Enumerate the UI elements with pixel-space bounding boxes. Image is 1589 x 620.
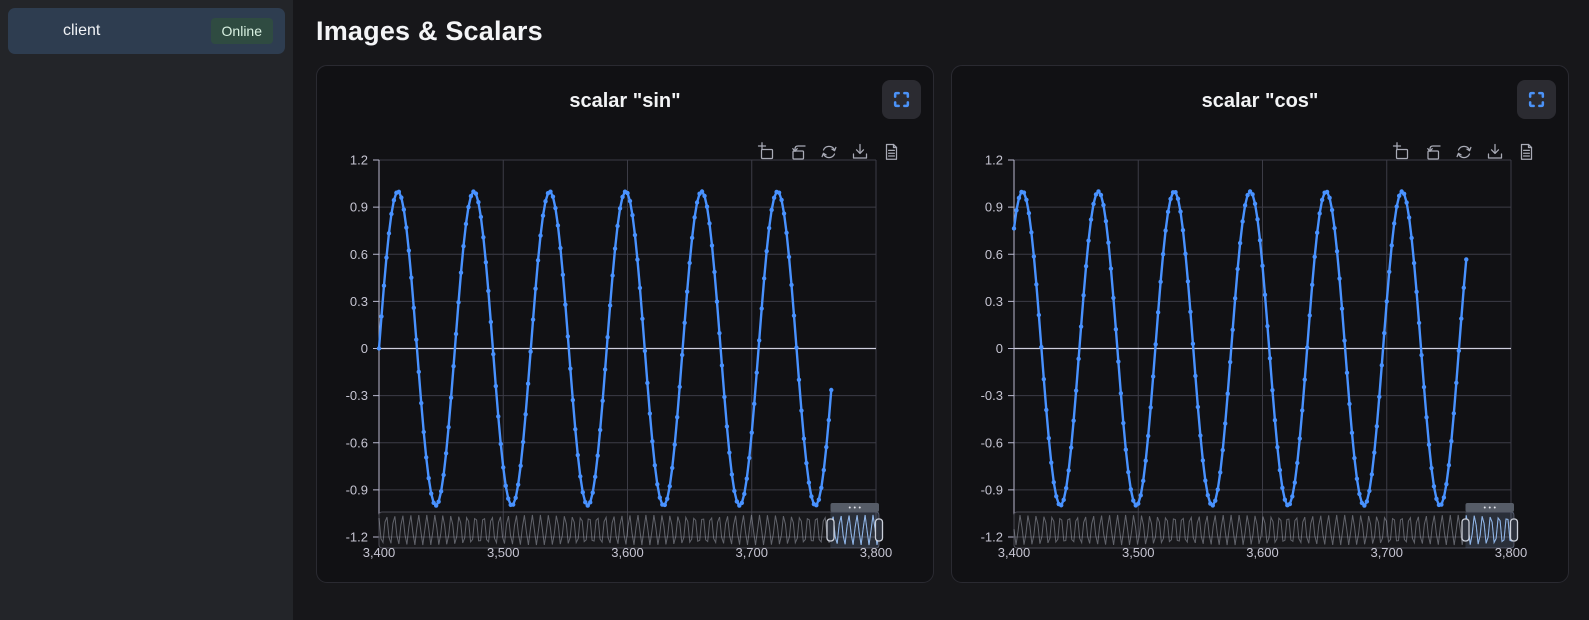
sidebar-item-client[interactable]: client Online [8,8,285,54]
fullscreen-button[interactable] [882,80,921,119]
box-zoom-button[interactable] [1392,142,1412,162]
datazoom-right-handle[interactable] [1511,519,1518,541]
svg-text:0: 0 [361,341,368,356]
svg-text:-0.6: -0.6 [981,435,1003,450]
y-axis [1008,160,1014,537]
restore-icon [819,142,839,162]
svg-text:1.2: 1.2 [350,153,368,168]
datazoom-slider[interactable] [379,503,883,548]
chart-cards-row: scalar "sin" [316,65,1570,583]
svg-text:-0.6: -0.6 [346,435,368,450]
svg-text:0.6: 0.6 [350,247,368,262]
svg-text:3,700: 3,700 [1370,545,1403,560]
line-chart-sin[interactable]: 1.2 0.9 0.6 0.3 0 -0.3 -0.6 -0.9 -1.23,400 3,500 3… [317,140,935,584]
sidebar: client Online [0,0,293,620]
restore-icon [1454,142,1474,162]
svg-text:0: 0 [996,341,1003,356]
fullscreen-expand-icon [892,90,911,109]
fullscreen-button[interactable] [1517,80,1556,119]
download-icon [850,142,870,162]
svg-text:3,400: 3,400 [998,545,1031,560]
zoom-reset-icon [788,142,808,162]
fullscreen-expand-icon [1527,90,1546,109]
app-root: client Online Images & Scalars scalar "s… [0,0,1589,620]
svg-text:-0.3: -0.3 [346,388,368,403]
restore-button[interactable] [819,142,839,162]
svg-text:3,500: 3,500 [487,545,520,560]
download-button[interactable] [1485,142,1505,162]
chart-card-sin: scalar "sin" [316,65,934,583]
chart-toolbar [1392,142,1536,162]
svg-text:0.3: 0.3 [985,294,1003,309]
svg-text:-1.2: -1.2 [981,530,1003,545]
zoom-reset-button[interactable] [1423,142,1443,162]
svg-text:1.2: 1.2 [985,153,1003,168]
box-zoom-icon [1392,142,1412,162]
chart-card-cos: scalar "cos" [951,65,1569,583]
datazoom-move-handle[interactable] [831,503,880,512]
svg-text:3,600: 3,600 [611,545,644,560]
svg-text:-1.2: -1.2 [346,530,368,545]
data-view-icon [881,142,901,162]
main-content: Images & Scalars scalar "sin" [293,0,1589,620]
data-view-button[interactable] [881,142,901,162]
client-label: client [63,22,100,40]
chart-title: scalar "sin" [317,90,933,113]
grid-lines [379,160,876,537]
grid-lines [1014,160,1511,537]
download-icon [1485,142,1505,162]
datazoom-left-handle[interactable] [1462,519,1469,541]
svg-text:-0.9: -0.9 [346,482,368,497]
data-view-button[interactable] [1516,142,1536,162]
datazoom-slider[interactable] [1014,503,1518,548]
svg-text:0.9: 0.9 [985,200,1003,215]
status-badge: Online [211,18,273,44]
svg-text:-0.3: -0.3 [981,388,1003,403]
svg-text:3,800: 3,800 [860,545,893,560]
svg-text:3,600: 3,600 [1246,545,1279,560]
svg-text:3,500: 3,500 [1122,545,1155,560]
svg-text:0.9: 0.9 [350,200,368,215]
svg-text:-0.9: -0.9 [981,482,1003,497]
svg-text:0.3: 0.3 [350,294,368,309]
svg-text:0.6: 0.6 [985,247,1003,262]
box-zoom-button[interactable] [757,142,777,162]
chart-title: scalar "cos" [952,90,1568,113]
svg-text:3,800: 3,800 [1495,545,1528,560]
datazoom-move-handle[interactable] [1466,503,1515,512]
zoom-reset-icon [1423,142,1443,162]
page-title: Images & Scalars [316,16,1570,47]
datazoom-right-handle[interactable] [876,519,883,541]
data-view-icon [1516,142,1536,162]
zoom-reset-button[interactable] [788,142,808,162]
box-zoom-icon [757,142,777,162]
restore-button[interactable] [1454,142,1474,162]
line-chart-cos[interactable]: 1.2 0.9 0.6 0.3 0 -0.3 -0.6 -0.9 -1.23,400 3,500 3… [952,140,1570,584]
download-button[interactable] [850,142,870,162]
datazoom-left-handle[interactable] [827,519,834,541]
chart-toolbar [757,142,901,162]
svg-text:3,700: 3,700 [735,545,768,560]
svg-text:3,400: 3,400 [363,545,396,560]
